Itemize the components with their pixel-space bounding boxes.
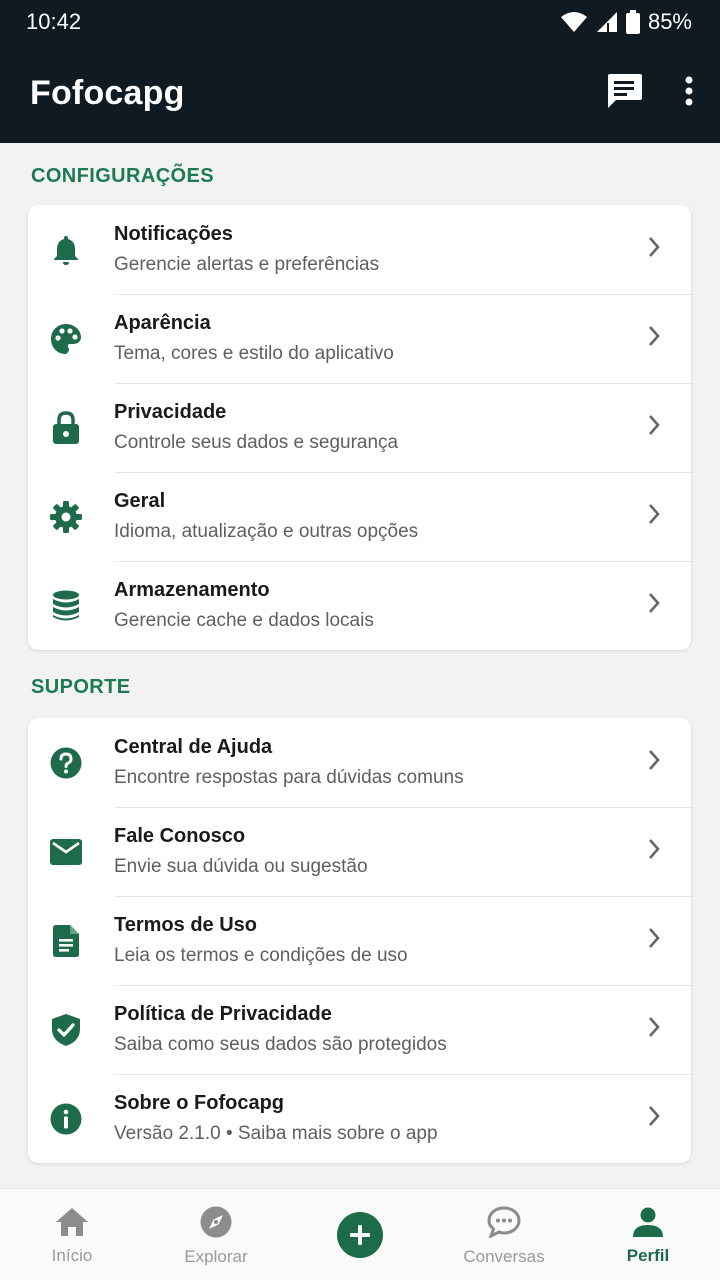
status-icons: 85%: [560, 9, 692, 35]
chevron-right-icon: [647, 927, 661, 954]
settings-item-armazenamento[interactable]: Armazenamento Gerencie cache e dados loc…: [28, 561, 691, 650]
app-title: Fofocapg: [30, 74, 185, 112]
item-subtitle: Saiba como seus dados são protegidos: [114, 1034, 447, 1055]
support-item-central-de-ajuda[interactable]: Central de Ajuda Encontre respostas para…: [28, 718, 691, 807]
settings-item-privacidade[interactable]: Privacidade Controle seus dados e segura…: [28, 383, 691, 472]
settings-card: Notificações Gerencie alertas e preferên…: [28, 205, 691, 650]
palette-icon: [50, 323, 82, 355]
bell-icon: [51, 234, 81, 266]
help-icon: [50, 747, 82, 779]
support-item-sobre[interactable]: Sobre o Fofocapg Versão 2.1.0 • Saiba ma…: [28, 1074, 691, 1163]
shield-check-icon: [51, 1013, 81, 1047]
section-title-suporte: SUPORTE: [31, 676, 131, 698]
home-icon: [55, 1207, 89, 1242]
chevron-right-icon: [647, 838, 661, 865]
nav-add-button[interactable]: [288, 1189, 432, 1280]
support-item-termos-de-uso[interactable]: Termos de Uso Leia os termos e condições…: [28, 896, 691, 985]
item-title: Privacidade: [114, 401, 227, 423]
document-icon: [53, 924, 79, 957]
nav-inicio[interactable]: Início: [0, 1189, 144, 1280]
item-title: Aparência: [114, 312, 211, 334]
item-subtitle: Tema, cores e estilo do aplicativo: [114, 343, 394, 364]
item-subtitle: Envie sua dúvida ou sugestão: [114, 856, 368, 877]
item-title: Central de Ajuda: [114, 736, 273, 758]
person-icon: [632, 1207, 664, 1242]
more-options-icon[interactable]: [684, 76, 694, 111]
bottom-navigation: Início Explorar Conversas Perfil: [0, 1188, 720, 1280]
wifi-icon: [560, 11, 588, 33]
mail-icon: [50, 838, 82, 865]
item-title: Fale Conosco: [114, 825, 246, 847]
support-item-fale-conosco[interactable]: Fale Conosco Envie sua dúvida ou sugestã…: [28, 807, 691, 896]
item-title: Sobre o Fofocapg: [114, 1092, 284, 1114]
signal-icon: [596, 11, 618, 33]
battery-percent: 85%: [647, 9, 692, 34]
nav-perfil[interactable]: Perfil: [576, 1189, 720, 1280]
item-subtitle: Controle seus dados e segurança: [114, 432, 399, 453]
item-subtitle: Gerencie cache e dados locais: [114, 610, 374, 631]
chevron-right-icon: [647, 414, 661, 441]
nav-explorar[interactable]: Explorar: [144, 1189, 288, 1280]
settings-item-geral[interactable]: Geral Idioma, atualização e outras opçõe…: [28, 472, 691, 561]
info-icon: [50, 1103, 82, 1135]
nav-conversas[interactable]: Conversas: [432, 1189, 576, 1280]
settings-item-notificacoes[interactable]: Notificações Gerencie alertas e preferên…: [28, 205, 691, 294]
item-subtitle: Gerencie alertas e preferências: [114, 254, 380, 275]
lock-icon: [52, 410, 80, 445]
chevron-right-icon: [647, 503, 661, 530]
support-item-politica-de-privacidade[interactable]: Política de Privacidade Saiba como seus …: [28, 985, 691, 1074]
settings-item-aparencia[interactable]: Aparência Tema, cores e estilo do aplica…: [28, 294, 691, 383]
status-time: 10:42: [26, 9, 82, 34]
gear-icon: [50, 500, 82, 533]
item-subtitle: Leia os termos e condições de uso: [114, 945, 408, 966]
message-icon[interactable]: [604, 72, 644, 115]
chevron-right-icon: [647, 592, 661, 619]
app-bar: Fofocapg: [0, 44, 720, 143]
battery-icon: [625, 10, 640, 34]
chat-icon: [487, 1206, 521, 1243]
item-title: Notificações: [114, 223, 233, 245]
database-icon: [52, 590, 80, 622]
item-title: Política de Privacidade: [114, 1003, 332, 1025]
section-title-configuracoes: CONFIGURAÇÕES: [31, 165, 214, 187]
item-title: Geral: [114, 490, 166, 512]
nav-label: Início: [51, 1246, 93, 1265]
chevron-right-icon: [647, 236, 661, 263]
nav-label: Perfil: [626, 1246, 670, 1265]
compass-icon: [200, 1206, 232, 1243]
item-title: Armazenamento: [114, 579, 270, 601]
nav-label: Conversas: [463, 1247, 545, 1266]
nav-label: Explorar: [184, 1247, 248, 1266]
chevron-right-icon: [647, 1016, 661, 1043]
item-subtitle: Idioma, atualização e outras opções: [114, 521, 419, 542]
item-subtitle: Versão 2.1.0 • Saiba mais sobre o app: [114, 1123, 438, 1144]
item-title: Termos de Uso: [114, 914, 257, 936]
chevron-right-icon: [647, 325, 661, 352]
settings-content: CONFIGURAÇÕES Notificações Gerencie aler…: [0, 143, 720, 1188]
item-subtitle: Encontre respostas para dúvidas comuns: [114, 767, 464, 788]
add-icon: [337, 1211, 383, 1258]
support-card: Central de Ajuda Encontre respostas para…: [28, 718, 691, 1163]
chevron-right-icon: [647, 749, 661, 776]
status-bar: 10:42 85%: [0, 0, 720, 44]
chevron-right-icon: [647, 1105, 661, 1132]
